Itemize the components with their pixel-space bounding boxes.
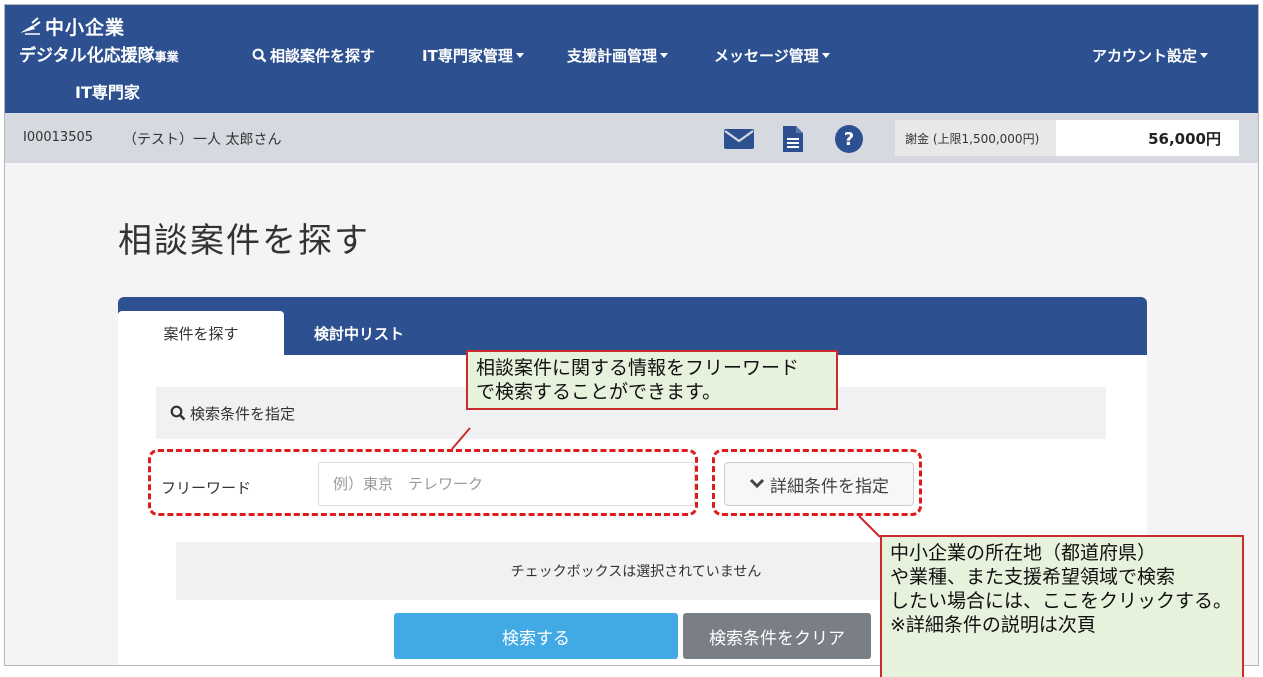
svg-text:?: ? bbox=[844, 129, 854, 150]
caret-down-icon bbox=[821, 53, 830, 58]
portal-label: IT専門家 bbox=[75, 83, 140, 102]
mail-button[interactable] bbox=[723, 123, 755, 155]
search-button[interactable]: 検索する bbox=[394, 613, 678, 659]
site-logo[interactable]: 中小企業 デジタル化応援隊事業 bbox=[19, 13, 209, 73]
note2-line2: や業種、また支援希望領域で検索 bbox=[890, 566, 1176, 588]
user-info-bar: I00013505 （テスト）一人 太郎さん ? 謝金 (上限1,500,000… bbox=[5, 113, 1258, 163]
clear-conditions-button[interactable]: 検索条件をクリア bbox=[683, 613, 871, 659]
caret-down-icon bbox=[1200, 53, 1209, 58]
note2-line3: したい場合には、ここをクリックする。 bbox=[890, 590, 1233, 612]
tab-consideration-list[interactable]: 検討中リスト bbox=[284, 311, 434, 355]
note1-line2: で検索することができます。 bbox=[476, 381, 722, 403]
freeword-input[interactable] bbox=[318, 462, 695, 506]
note2-line1: 中小企業の所在地（都道府県） bbox=[890, 542, 1157, 564]
detail-annotation: 中小企業の所在地（都道府県） や業種、また支援希望領域で検索 したい場合には、こ… bbox=[880, 535, 1244, 677]
nav-message-management-label: メッセージ管理 bbox=[714, 47, 819, 65]
caret-down-icon bbox=[515, 53, 524, 58]
logo-line1: 中小企業 bbox=[45, 16, 126, 39]
tab-search-cases[interactable]: 案件を探す bbox=[118, 311, 284, 355]
search-icon bbox=[170, 405, 186, 421]
help-button[interactable]: ? bbox=[833, 123, 865, 155]
nav-search-cases-label: 相談案件を探す bbox=[270, 47, 376, 65]
note1-line1: 相談案件に関する情報をフリーワード bbox=[476, 357, 800, 379]
fee-label: 謝金 (上限1,500,000円) bbox=[895, 120, 1056, 156]
tab-bar: 案件を探す 検討中リスト bbox=[118, 297, 1147, 355]
page-title: 相談案件を探す bbox=[118, 221, 370, 261]
caret-down-icon bbox=[660, 53, 669, 58]
freeword-label: フリーワード bbox=[161, 479, 252, 497]
nav-plan-management[interactable]: 支援計画管理 bbox=[567, 45, 669, 66]
chevron-down-icon bbox=[749, 478, 765, 489]
top-navbar: 中小企業 デジタル化応援隊事業 IT専門家 相談案件を探す IT専門家管理 支援… bbox=[5, 5, 1258, 113]
nav-plan-management-label: 支援計画管理 bbox=[567, 47, 658, 65]
nav-account-settings-label: アカウント設定 bbox=[1092, 47, 1198, 65]
search-conditions-label: 検索条件を指定 bbox=[190, 404, 296, 423]
document-button[interactable] bbox=[777, 123, 809, 155]
nav-message-management[interactable]: メッセージ管理 bbox=[714, 45, 830, 66]
search-icon bbox=[252, 48, 267, 63]
detail-conditions-button[interactable]: 詳細条件を指定 bbox=[724, 462, 914, 506]
detail-conditions-label: 詳細条件を指定 bbox=[770, 476, 889, 497]
fee-value: 56,000円 bbox=[1056, 120, 1239, 156]
nav-expert-management[interactable]: IT専門家管理 bbox=[422, 45, 524, 66]
logo-line2-small: 事業 bbox=[154, 50, 179, 64]
nav-account-settings[interactable]: アカウント設定 bbox=[1092, 45, 1209, 66]
logo-mark-icon bbox=[20, 17, 41, 35]
question-circle-icon: ? bbox=[835, 125, 863, 153]
freeword-annotation: 相談案件に関する情報をフリーワード で検索することができます。 bbox=[466, 350, 838, 410]
user-name: （テスト）一人 太郎さん bbox=[123, 132, 282, 148]
note2-line4: ※詳細条件の説明は次頁 bbox=[890, 614, 1096, 636]
nav-expert-management-label: IT専門家管理 bbox=[422, 47, 513, 65]
envelope-icon bbox=[724, 129, 754, 149]
user-id: I00013505 bbox=[23, 130, 94, 145]
logo-line2: デジタル化応援隊 bbox=[19, 46, 155, 66]
nav-search-cases[interactable]: 相談案件を探す bbox=[252, 45, 375, 66]
document-icon bbox=[783, 126, 803, 152]
